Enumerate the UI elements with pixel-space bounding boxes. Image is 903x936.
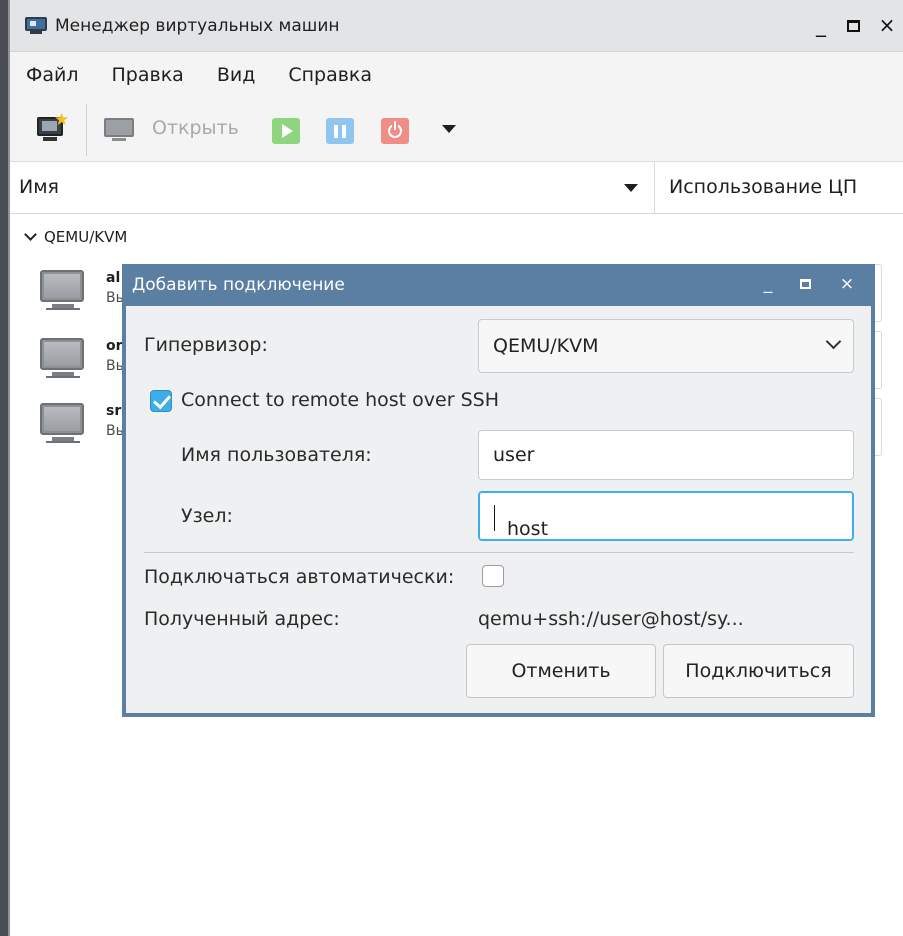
hypervisor-value: QEMU/KVM	[493, 335, 599, 357]
star-icon: ★	[54, 110, 70, 130]
menu-view[interactable]: Вид	[217, 64, 256, 86]
ssh-checkbox[interactable]	[150, 390, 172, 412]
chevron-down-icon[interactable]	[24, 228, 37, 241]
autoconnect-label: Подключаться автоматически:	[144, 566, 455, 588]
shutdown-button[interactable]	[381, 118, 409, 144]
menu-help[interactable]: Справка	[288, 64, 372, 86]
hypervisor-select[interactable]: QEMU/KVM	[478, 319, 854, 373]
vm-monitor-icon	[40, 338, 84, 370]
connection-group-row[interactable]: QEMU/KVM	[22, 228, 127, 246]
pause-button[interactable]	[326, 118, 354, 144]
vm-list-item[interactable]: sr Вы	[40, 399, 127, 453]
maximize-button[interactable]	[840, 14, 866, 36]
column-name[interactable]: Имя	[19, 176, 59, 198]
username-value: user	[493, 444, 535, 466]
play-icon	[282, 124, 293, 138]
dialog-divider	[144, 552, 854, 553]
menu-file[interactable]: Файл	[26, 64, 79, 86]
vm-list-item[interactable]: al Вы	[40, 266, 127, 320]
host-label: Узел:	[181, 505, 233, 527]
vm-name: sr	[106, 403, 122, 419]
maximize-icon	[799, 279, 811, 289]
text-caret	[494, 505, 495, 531]
dialog-title: Добавить подключение	[132, 275, 345, 295]
toolbar-separator	[86, 104, 87, 156]
add-connection-dialog: Добавить подключение _ × Гипервизор: QEM…	[122, 264, 875, 717]
connect-button[interactable]: Подключиться	[663, 644, 854, 698]
autoconnect-checkbox[interactable]	[482, 565, 504, 587]
vm-list-header: Имя Использование ЦП	[10, 162, 903, 214]
close-button[interactable]: ×	[874, 14, 900, 36]
connection-group-label: QEMU/KVM	[44, 228, 128, 246]
sort-arrow-icon[interactable]	[624, 184, 638, 192]
shutdown-dropdown-arrow-icon[interactable]	[442, 125, 456, 133]
hypervisor-label: Гипервизор:	[144, 334, 268, 356]
vm-monitor-icon	[40, 403, 84, 435]
virt-manager-app-icon	[25, 16, 47, 35]
cancel-button[interactable]: Отменить	[466, 644, 656, 698]
vm-name: al	[106, 270, 121, 286]
generated-uri-value: qemu+ssh://user@host/sy...	[478, 608, 744, 630]
minimize-button[interactable]: _	[808, 14, 834, 36]
column-divider[interactable]	[654, 162, 655, 214]
power-icon	[388, 121, 402, 138]
maximize-icon	[846, 20, 860, 32]
host-value: host	[507, 518, 549, 540]
new-vm-button[interactable]: ★	[37, 110, 70, 143]
dialog-minimize-button[interactable]: _	[757, 274, 779, 294]
dialog-titlebar[interactable]: Добавить подключение _ ×	[122, 264, 875, 306]
open-button[interactable]: Открыть	[152, 117, 239, 139]
menu-edit[interactable]: Правка	[112, 64, 184, 86]
dialog-body: Гипервизор: QEMU/KVM Connect to remote h…	[126, 306, 871, 713]
ssh-checkbox-label[interactable]: Connect to remote host over SSH	[181, 389, 499, 411]
dialog-close-button[interactable]: ×	[836, 274, 858, 294]
column-cpu-usage[interactable]: Использование ЦП	[669, 176, 857, 198]
run-button[interactable]	[272, 118, 300, 144]
dialog-maximize-button[interactable]	[794, 274, 816, 294]
menubar: Файл Правка Вид Справка	[10, 52, 903, 98]
username-field[interactable]: user	[478, 430, 854, 480]
host-field[interactable]: host	[478, 491, 854, 541]
toolbar: ★ Открыть	[10, 98, 903, 162]
desktop-edge	[0, 0, 10, 936]
window-titlebar[interactable]: Менеджер виртуальных машин _ ×	[10, 0, 903, 52]
chevron-down-icon	[825, 333, 842, 350]
open-vm-icon	[104, 118, 136, 142]
vm-name: or	[106, 338, 123, 354]
username-label: Имя пользователя:	[181, 444, 372, 466]
window-title: Менеджер виртуальных машин	[55, 15, 340, 36]
vm-monitor-icon	[40, 270, 84, 302]
generated-uri-label: Полученный адрес:	[144, 608, 340, 630]
vm-list-item[interactable]: or Вы	[40, 334, 127, 388]
pause-icon	[334, 124, 346, 138]
